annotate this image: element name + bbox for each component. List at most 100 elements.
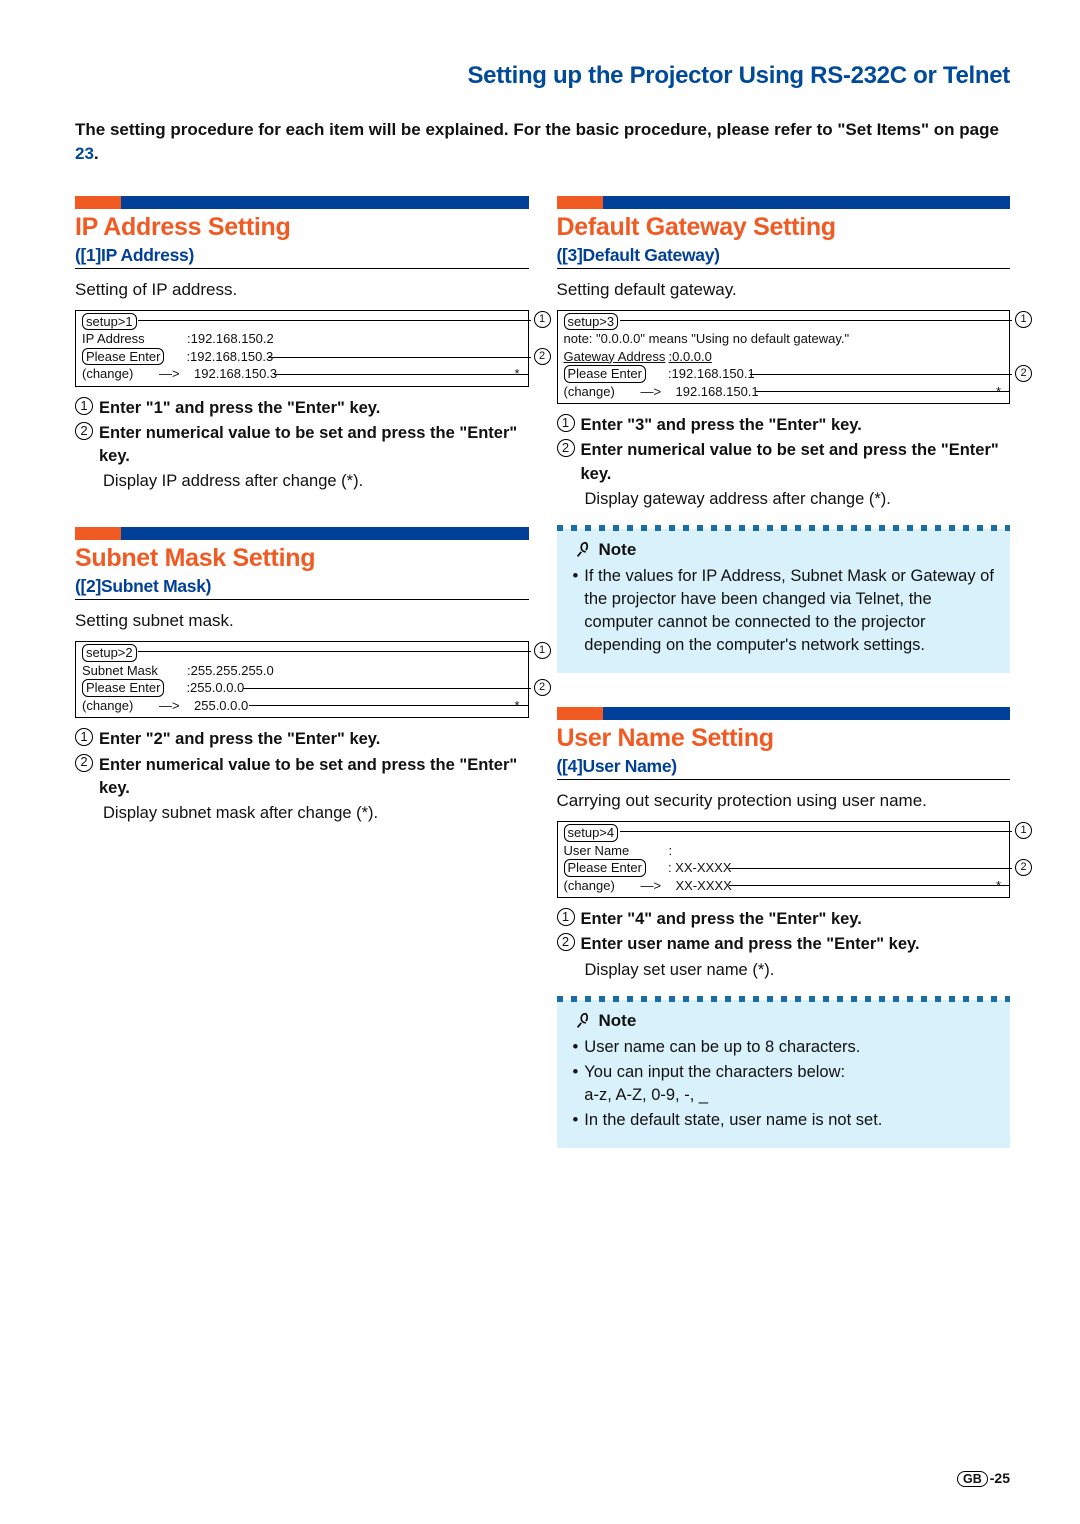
note-item: User name can be up to 8 characters. (584, 1036, 860, 1059)
section-gateway: Default Gateway Setting ([3]Default Gate… (557, 196, 1011, 674)
step-num-icon: 1 (75, 397, 93, 415)
page-number: -25 (990, 1470, 1010, 1486)
enter-box: Please Enter (564, 365, 646, 383)
callout-2: 2 (534, 679, 551, 696)
arrow: —> (641, 383, 676, 401)
steps-gw: 1 Enter "3" and press the "Enter" key. 2E… (557, 414, 1011, 510)
row-val: :192.168.150.1 (668, 366, 755, 381)
step-2: Enter user name and press the "Enter" ke… (581, 933, 1011, 956)
row-val: :0.0.0.0 (669, 349, 712, 364)
step-num-icon: 2 (75, 422, 93, 440)
step-1: Enter "1" and press the "Enter" key. (99, 397, 529, 420)
note-item: You can input the characters below: a-z,… (584, 1061, 845, 1107)
region-badge: GB (957, 1471, 988, 1487)
terminal-subnet: setup>2 Subnet Mask:255.255.255.0 Please… (75, 641, 529, 718)
arrow: —> (159, 697, 194, 715)
callout-2: 2 (534, 348, 551, 365)
callout-1: 1 (1015, 822, 1032, 839)
step-num-icon: 2 (557, 439, 575, 457)
section-ip: IP Address Setting ([1]IP Address) Setti… (75, 196, 529, 494)
terminal-gw: setup>3 note: "0.0.0.0" means "Using no … (557, 310, 1011, 405)
note-label: Note (599, 540, 637, 560)
step-1: Enter "4" and press the "Enter" key. (581, 908, 1011, 931)
step-num-icon: 1 (75, 728, 93, 746)
arrow: —> (159, 365, 194, 383)
row-val: :192.168.150.3 (186, 349, 273, 364)
arrow: —> (641, 877, 676, 895)
section-sub-gw: ([3]Default Gateway) (557, 245, 1011, 269)
row-val: 192.168.150.1 (676, 384, 759, 399)
row-label: Subnet Mask (82, 662, 187, 680)
note-item: If the values for IP Address, Subnet Mas… (584, 565, 994, 657)
step-2: Enter numerical value to be set and pres… (581, 439, 1011, 485)
steps-subnet: 1 Enter "2" and press the "Enter" key. 2E… (75, 728, 529, 824)
row-label: (change) (82, 365, 159, 383)
setup-box: setup>1 (82, 313, 137, 331)
callout-1: 1 (1015, 311, 1032, 328)
section-title-subnet: Subnet Mask Setting (75, 544, 529, 573)
callout-1: 1 (534, 311, 551, 328)
step-num-icon: 2 (557, 933, 575, 951)
note-item: In the default state, user name is not s… (584, 1109, 882, 1132)
row-val: 192.168.150.3 (194, 366, 277, 381)
note-user: Note •User name can be up to 8 character… (557, 1000, 1011, 1148)
step-1: Enter "2" and press the "Enter" key. (99, 728, 529, 751)
section-title-user: User Name Setting (557, 724, 1011, 753)
note-icon (573, 1010, 595, 1032)
gw-note: note: "0.0.0.0" means "Using no default … (564, 330, 1004, 348)
section-bar (75, 196, 529, 209)
setup-box: setup>4 (564, 824, 619, 842)
enter-box: Please Enter (82, 679, 164, 697)
steps-user: 1 Enter "4" and press the "Enter" key. 2E… (557, 908, 1011, 981)
step-after: Display gateway address after change (*)… (585, 488, 1011, 511)
row-val: : (669, 843, 673, 858)
section-title-gw: Default Gateway Setting (557, 213, 1011, 242)
note-gw: Note •If the values for IP Address, Subn… (557, 529, 1011, 673)
callout-1: 1 (534, 642, 551, 659)
section-bar (557, 196, 1011, 209)
enter-box: Please Enter (82, 348, 164, 366)
step-2: Enter numerical value to be set and pres… (99, 754, 529, 800)
callout-2: 2 (1015, 365, 1032, 382)
page-title: Setting up the Projector Using RS-232C o… (75, 62, 1010, 90)
section-subnet: Subnet Mask Setting ([2]Subnet Mask) Set… (75, 527, 529, 825)
note-icon (573, 539, 595, 561)
star: * (996, 383, 1001, 401)
desc-gw: Setting default gateway. (557, 279, 1011, 302)
step-after: Display IP address after change (*). (103, 470, 529, 493)
row-val: : XX-XXXX (668, 860, 732, 875)
step-num-icon: 1 (557, 414, 575, 432)
row-val: :255.255.255.0 (187, 663, 274, 678)
step-2: Enter numerical value to be set and pres… (99, 422, 529, 468)
section-sub-subnet: ([2]Subnet Mask) (75, 576, 529, 600)
terminal-ip: setup>1 IP Address:192.168.150.2 Please … (75, 310, 529, 387)
step-num-icon: 2 (75, 754, 93, 772)
step-after: Display subnet mask after change (*). (103, 802, 529, 825)
row-label: Gateway Address (564, 348, 669, 366)
intro-text: The setting procedure for each item will… (75, 118, 1010, 166)
intro-b: . (94, 144, 99, 163)
step-num-icon: 1 (557, 908, 575, 926)
row-label: User Name (564, 842, 669, 860)
row-label: (change) (564, 877, 641, 895)
desc-user: Carrying out security protection using u… (557, 790, 1011, 813)
note-label: Note (599, 1011, 637, 1031)
desc-subnet: Setting subnet mask. (75, 610, 529, 633)
setup-box: setup>2 (82, 644, 137, 662)
row-label: (change) (564, 383, 641, 401)
section-user: User Name Setting ([4]User Name) Carryin… (557, 707, 1011, 1148)
terminal-user: setup>4 User Name: Please Enter: XX-XXXX… (557, 821, 1011, 898)
desc-ip: Setting of IP address. (75, 279, 529, 302)
intro-page-link[interactable]: 23 (75, 144, 94, 163)
intro-a: The setting procedure for each item will… (75, 120, 999, 139)
step-after: Display set user name (*). (585, 959, 1011, 982)
row-val: :255.0.0.0 (186, 680, 244, 695)
section-title-ip: IP Address Setting (75, 213, 529, 242)
steps-ip: 1 Enter "1" and press the "Enter" key. 2E… (75, 397, 529, 493)
step-1: Enter "3" and press the "Enter" key. (581, 414, 1011, 437)
setup-box: setup>3 (564, 313, 619, 331)
row-label: IP Address (82, 330, 187, 348)
row-val: 255.0.0.0 (194, 698, 248, 713)
row-val: :192.168.150.2 (187, 331, 274, 346)
row-val: XX-XXXX (676, 878, 732, 893)
